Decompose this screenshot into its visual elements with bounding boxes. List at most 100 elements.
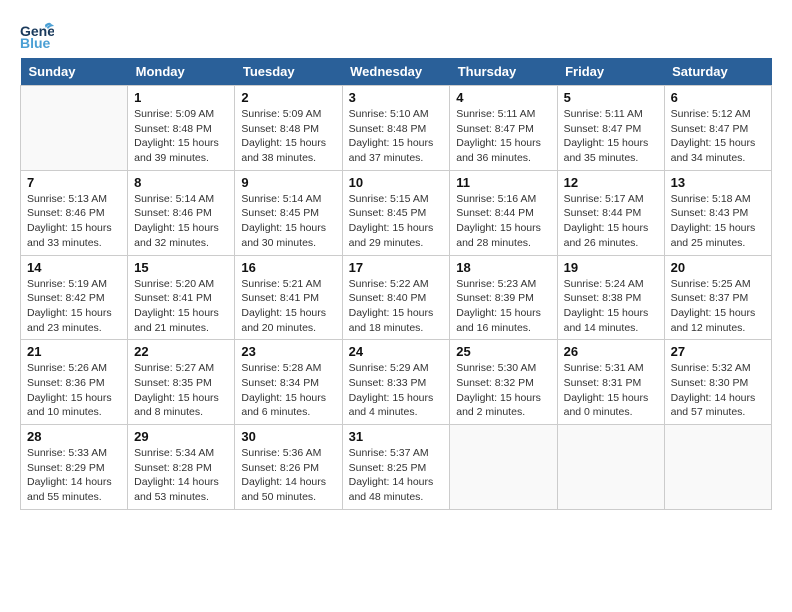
day-info: Sunrise: 5:21 AM Sunset: 8:41 PM Dayligh… (241, 277, 335, 336)
calendar-day-cell: 25Sunrise: 5:30 AM Sunset: 8:32 PM Dayli… (450, 340, 557, 425)
calendar-day-cell: 31 Sunrise: 5:37 AM Sunset: 8:25 PM Dayli… (342, 425, 450, 510)
day-number: 3 (349, 90, 444, 105)
calendar-day-cell: 10Sunrise: 5:15 AM Sunset: 8:45 PM Dayli… (342, 170, 450, 255)
calendar-day-cell: 29 Sunrise: 5:34 AM Sunset: 8:28 PM Dayli… (128, 425, 235, 510)
day-number: 9 (241, 175, 335, 190)
day-of-week-header: Sunday (21, 58, 128, 86)
day-number: 15 (134, 260, 228, 275)
day-number: 21 (27, 344, 121, 359)
day-info: Sunrise: 5:34 AM Sunset: 8:28 PM Dayligh… (134, 446, 228, 505)
calendar-day-cell: 15 Sunrise: 5:20 AM Sunset: 8:41 PM Dayli… (128, 255, 235, 340)
day-info: Sunrise: 5:29 AM Sunset: 8:33 PM Dayligh… (349, 361, 444, 420)
day-info: Sunrise: 5:36 AM Sunset: 8:26 PM Dayligh… (241, 446, 335, 505)
day-number: 17 (349, 260, 444, 275)
day-number: 5 (564, 90, 658, 105)
calendar-day-cell: 13 Sunrise: 5:18 AM Sunset: 8:43 PM Dayli… (664, 170, 771, 255)
day-number: 4 (456, 90, 550, 105)
day-info: Sunrise: 5:22 AM Sunset: 8:40 PM Dayligh… (349, 277, 444, 336)
calendar-day-cell: 2 Sunrise: 5:09 AM Sunset: 8:48 PM Daylig… (235, 86, 342, 171)
day-info: Sunrise: 5:15 AM Sunset: 8:45 PM Dayligh… (349, 192, 444, 251)
calendar-day-cell: 24 Sunrise: 5:29 AM Sunset: 8:33 PM Dayli… (342, 340, 450, 425)
day-number: 18 (456, 260, 550, 275)
calendar-day-cell: 12 Sunrise: 5:17 AM Sunset: 8:44 PM Dayli… (557, 170, 664, 255)
day-number: 27 (671, 344, 765, 359)
calendar-day-cell (664, 425, 771, 510)
day-info: Sunrise: 5:31 AM Sunset: 8:31 PM Dayligh… (564, 361, 658, 420)
calendar-header-row: SundayMondayTuesdayWednesdayThursdayFrid… (21, 58, 772, 86)
calendar-day-cell: 4 Sunrise: 5:11 AM Sunset: 8:47 PM Daylig… (450, 86, 557, 171)
calendar-day-cell: 26 Sunrise: 5:31 AM Sunset: 8:31 PM Dayli… (557, 340, 664, 425)
day-of-week-header: Tuesday (235, 58, 342, 86)
day-number: 22 (134, 344, 228, 359)
day-info: Sunrise: 5:24 AM Sunset: 8:38 PM Dayligh… (564, 277, 658, 336)
day-number: 29 (134, 429, 228, 444)
calendar-day-cell: 5 Sunrise: 5:11 AM Sunset: 8:47 PM Daylig… (557, 86, 664, 171)
calendar-day-cell: 3 Sunrise: 5:10 AM Sunset: 8:48 PM Daylig… (342, 86, 450, 171)
calendar-day-cell: 11 Sunrise: 5:16 AM Sunset: 8:44 PM Dayli… (450, 170, 557, 255)
day-info: Sunrise: 5:12 AM Sunset: 8:47 PM Dayligh… (671, 107, 765, 166)
day-info: Sunrise: 5:14 AM Sunset: 8:46 PM Dayligh… (134, 192, 228, 251)
day-number: 23 (241, 344, 335, 359)
day-number: 14 (27, 260, 121, 275)
day-of-week-header: Friday (557, 58, 664, 86)
day-info: Sunrise: 5:09 AM Sunset: 8:48 PM Dayligh… (241, 107, 335, 166)
day-info: Sunrise: 5:17 AM Sunset: 8:44 PM Dayligh… (564, 192, 658, 251)
calendar-day-cell: 22Sunrise: 5:27 AM Sunset: 8:35 PM Dayli… (128, 340, 235, 425)
calendar-day-cell (21, 86, 128, 171)
calendar-week-row: 14Sunrise: 5:19 AM Sunset: 8:42 PM Dayli… (21, 255, 772, 340)
calendar-week-row: 1 Sunrise: 5:09 AM Sunset: 8:48 PM Daylig… (21, 86, 772, 171)
day-number: 2 (241, 90, 335, 105)
day-info: Sunrise: 5:32 AM Sunset: 8:30 PM Dayligh… (671, 361, 765, 420)
day-info: Sunrise: 5:33 AM Sunset: 8:29 PM Dayligh… (27, 446, 121, 505)
day-info: Sunrise: 5:13 AM Sunset: 8:46 PM Dayligh… (27, 192, 121, 251)
calendar-day-cell: 28Sunrise: 5:33 AM Sunset: 8:29 PM Dayli… (21, 425, 128, 510)
day-number: 31 (349, 429, 444, 444)
day-number: 30 (241, 429, 335, 444)
svg-text:Blue: Blue (20, 35, 51, 48)
calendar-day-cell (557, 425, 664, 510)
day-info: Sunrise: 5:10 AM Sunset: 8:48 PM Dayligh… (349, 107, 444, 166)
day-info: Sunrise: 5:14 AM Sunset: 8:45 PM Dayligh… (241, 192, 335, 251)
calendar-day-cell: 8Sunrise: 5:14 AM Sunset: 8:46 PM Daylig… (128, 170, 235, 255)
day-of-week-header: Wednesday (342, 58, 450, 86)
calendar-day-cell: 23 Sunrise: 5:28 AM Sunset: 8:34 PM Dayli… (235, 340, 342, 425)
day-info: Sunrise: 5:11 AM Sunset: 8:47 PM Dayligh… (564, 107, 658, 166)
logo: General Blue (20, 20, 54, 48)
calendar-day-cell: 21 Sunrise: 5:26 AM Sunset: 8:36 PM Dayli… (21, 340, 128, 425)
day-number: 11 (456, 175, 550, 190)
calendar-day-cell: 6 Sunrise: 5:12 AM Sunset: 8:47 PM Daylig… (664, 86, 771, 171)
calendar-day-cell: 19 Sunrise: 5:24 AM Sunset: 8:38 PM Dayli… (557, 255, 664, 340)
day-info: Sunrise: 5:09 AM Sunset: 8:48 PM Dayligh… (134, 107, 228, 166)
calendar-week-row: 28Sunrise: 5:33 AM Sunset: 8:29 PM Dayli… (21, 425, 772, 510)
day-of-week-header: Thursday (450, 58, 557, 86)
day-info: Sunrise: 5:18 AM Sunset: 8:43 PM Dayligh… (671, 192, 765, 251)
page-header: General Blue (20, 20, 772, 48)
day-number: 1 (134, 90, 228, 105)
day-number: 19 (564, 260, 658, 275)
day-info: Sunrise: 5:16 AM Sunset: 8:44 PM Dayligh… (456, 192, 550, 251)
day-info: Sunrise: 5:28 AM Sunset: 8:34 PM Dayligh… (241, 361, 335, 420)
day-info: Sunrise: 5:37 AM Sunset: 8:25 PM Dayligh… (349, 446, 444, 505)
day-number: 13 (671, 175, 765, 190)
calendar-day-cell: 7Sunrise: 5:13 AM Sunset: 8:46 PM Daylig… (21, 170, 128, 255)
calendar-day-cell: 14Sunrise: 5:19 AM Sunset: 8:42 PM Dayli… (21, 255, 128, 340)
calendar-day-cell: 30 Sunrise: 5:36 AM Sunset: 8:26 PM Dayli… (235, 425, 342, 510)
day-number: 25 (456, 344, 550, 359)
day-number: 12 (564, 175, 658, 190)
day-of-week-header: Monday (128, 58, 235, 86)
calendar-day-cell: 16 Sunrise: 5:21 AM Sunset: 8:41 PM Dayli… (235, 255, 342, 340)
day-number: 16 (241, 260, 335, 275)
day-info: Sunrise: 5:11 AM Sunset: 8:47 PM Dayligh… (456, 107, 550, 166)
calendar-week-row: 21 Sunrise: 5:26 AM Sunset: 8:36 PM Dayli… (21, 340, 772, 425)
day-info: Sunrise: 5:23 AM Sunset: 8:39 PM Dayligh… (456, 277, 550, 336)
day-number: 24 (349, 344, 444, 359)
calendar-day-cell: 20 Sunrise: 5:25 AM Sunset: 8:37 PM Dayli… (664, 255, 771, 340)
day-number: 26 (564, 344, 658, 359)
logo-icon: General Blue (20, 20, 54, 48)
calendar-day-cell: 27 Sunrise: 5:32 AM Sunset: 8:30 PM Dayli… (664, 340, 771, 425)
day-number: 6 (671, 90, 765, 105)
day-info: Sunrise: 5:26 AM Sunset: 8:36 PM Dayligh… (27, 361, 121, 420)
day-info: Sunrise: 5:20 AM Sunset: 8:41 PM Dayligh… (134, 277, 228, 336)
day-info: Sunrise: 5:25 AM Sunset: 8:37 PM Dayligh… (671, 277, 765, 336)
day-number: 20 (671, 260, 765, 275)
